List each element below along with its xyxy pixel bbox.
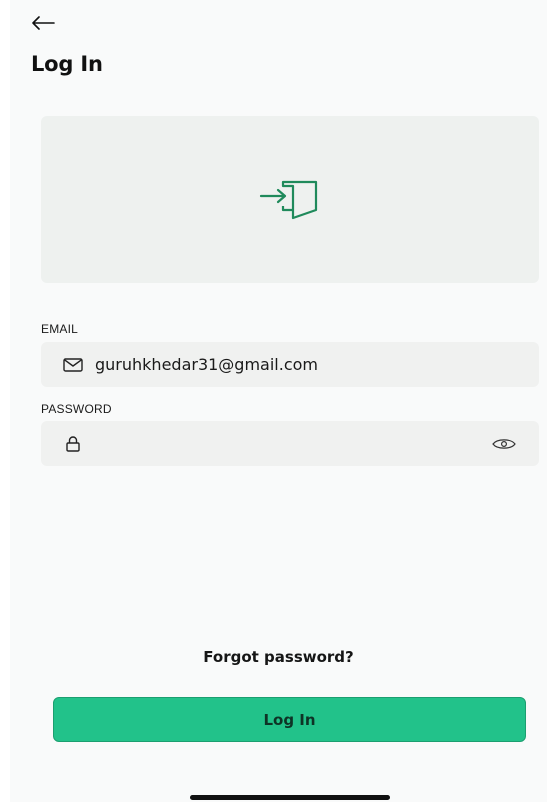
home-indicator — [190, 795, 390, 800]
arrow-left-icon — [32, 16, 55, 30]
page-title: Log In — [31, 52, 103, 76]
password-label: PASSWORD — [41, 402, 112, 416]
mail-icon — [63, 355, 83, 375]
password-field-container[interactable] — [41, 421, 539, 466]
email-label: EMAIL — [41, 322, 79, 336]
lock-icon — [63, 434, 83, 454]
forgot-password-link[interactable]: Forgot password? — [0, 648, 557, 666]
hero-illustration — [41, 116, 539, 283]
login-button[interactable]: Log In — [53, 697, 526, 742]
eye-icon — [492, 438, 516, 449]
password-input[interactable] — [95, 421, 491, 466]
show-password-toggle[interactable] — [491, 434, 517, 454]
email-field-container[interactable] — [41, 342, 539, 387]
login-door-icon — [259, 180, 318, 219]
back-button[interactable] — [30, 10, 56, 36]
login-screen: Log In EMAIL PASSWORD — [0, 0, 557, 802]
email-input[interactable] — [95, 342, 539, 387]
